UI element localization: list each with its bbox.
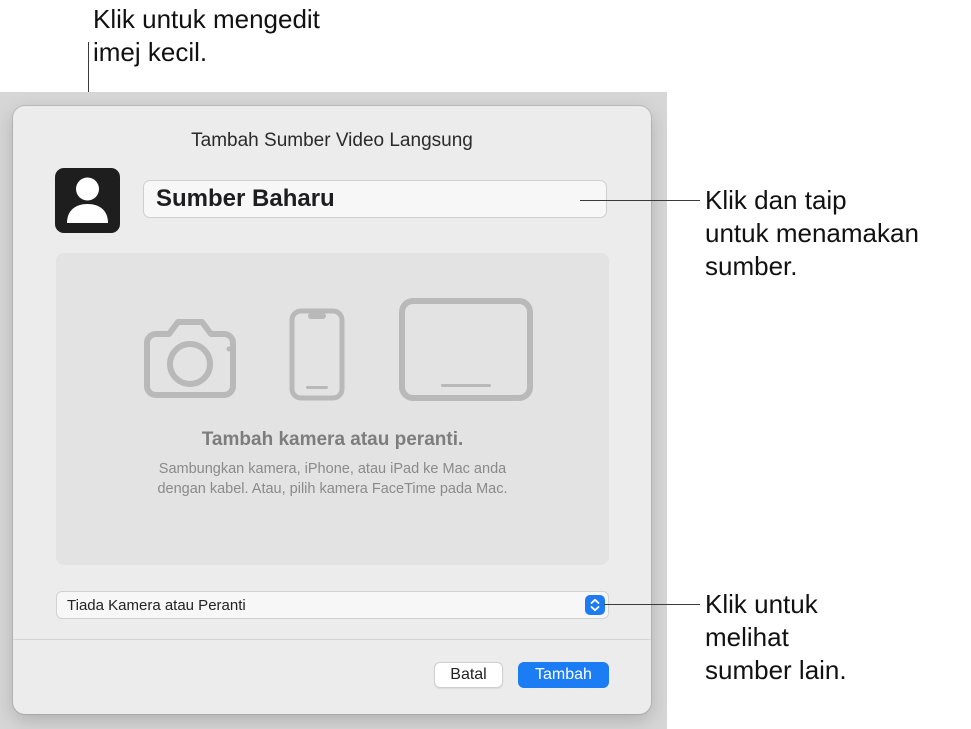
drop-area-description-line1: Sambungkan kamera, iPhone, atau iPad ke … xyxy=(158,461,507,477)
person-icon xyxy=(67,177,108,223)
callout-sources-line2: melihat xyxy=(705,622,789,652)
add-button[interactable]: Tambah xyxy=(518,662,609,688)
callout-sources-line3: sumber lain. xyxy=(705,655,847,685)
device-drop-area: Tambah kamera atau peranti. Sambungkan k… xyxy=(56,253,609,565)
callout-name-leader xyxy=(580,200,700,201)
cancel-button[interactable]: Batal xyxy=(434,662,503,688)
source-select[interactable]: Tiada Kamera atau Peranti xyxy=(56,591,609,619)
source-name-field[interactable]: Sumber Baharu xyxy=(143,180,607,218)
callout-sources: Klik untuk melihat sumber lain. xyxy=(705,588,847,687)
iphone-icon xyxy=(289,308,345,401)
callout-name-line1: Klik dan taip xyxy=(705,185,847,215)
thumbnail-button[interactable] xyxy=(55,168,120,233)
drop-area-title: Tambah kamera atau peranti. xyxy=(201,429,464,450)
source-select-value: Tiada Kamera atau Peranti xyxy=(67,596,246,614)
callout-thumbnail-line2: imej kecil. xyxy=(93,37,208,67)
dialog-title: Tambah Sumber Video Langsung xyxy=(191,130,473,151)
drop-area-description-line2: dengan kabel. Atau, pilih kamera FaceTim… xyxy=(157,481,508,497)
up-down-chevron-icon[interactable] xyxy=(585,595,605,615)
ipad-icon xyxy=(399,298,533,401)
callout-thumbnail: Klik untuk mengedit imej kecil. xyxy=(93,3,320,69)
callout-name-line3: sumber. xyxy=(705,251,798,281)
footer-divider xyxy=(13,639,651,640)
add-live-video-source-dialog: Tambah Sumber Video Langsung Sumber Baha… xyxy=(13,106,651,714)
callout-name-line2: untuk menamakan xyxy=(705,218,919,248)
callout-sources-leader xyxy=(604,604,700,605)
drop-area-description: Sambungkan kamera, iPhone, atau iPad ke … xyxy=(96,459,569,499)
callout-thumbnail-line1: Klik untuk mengedit xyxy=(93,4,320,34)
camera-icon xyxy=(144,319,236,398)
callout-sources-line1: Klik untuk xyxy=(705,589,818,619)
callout-name: Klik dan taip untuk menamakan sumber. xyxy=(705,184,919,283)
